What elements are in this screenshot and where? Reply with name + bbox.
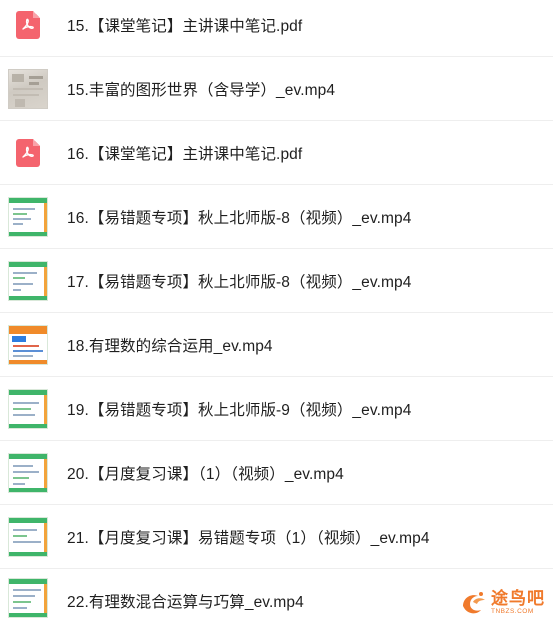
file-row[interactable]: 17.【易错题专项】秋上北师版-8（视频）_ev.mp4 — [0, 249, 553, 313]
file-list: 15.【课堂笔记】主讲课中笔记.pdf 15.丰富的图形世界（含导学）_ev.m… — [0, 0, 553, 624]
file-row[interactable]: 19.【易错题专项】秋上北师版-9（视频）_ev.mp4 — [0, 377, 553, 441]
video-thumbnail — [8, 389, 48, 429]
video-thumbnail — [8, 69, 48, 109]
file-name: 15.【课堂笔记】主讲课中笔记.pdf — [67, 17, 303, 35]
video-thumbnail — [8, 261, 48, 301]
video-thumbnail — [8, 325, 48, 365]
file-name: 19.【易错题专项】秋上北师版-9（视频）_ev.mp4 — [67, 401, 412, 419]
watermark-text: 途鸟吧 — [491, 589, 545, 608]
file-name: 15.丰富的图形世界（含导学）_ev.mp4 — [67, 81, 336, 99]
file-name: 16.【课堂笔记】主讲课中笔记.pdf — [67, 145, 303, 163]
video-thumbnail — [8, 453, 48, 493]
file-name: 17.【易错题专项】秋上北师版-8（视频）_ev.mp4 — [67, 273, 412, 291]
bird-logo-icon — [459, 588, 489, 618]
file-row[interactable]: 16.【课堂笔记】主讲课中笔记.pdf — [0, 121, 553, 185]
file-name: 16.【易错题专项】秋上北师版-8（视频）_ev.mp4 — [67, 209, 412, 227]
file-row[interactable]: 21.【月度复习课】易错题专项（1）（视频）_ev.mp4 — [0, 505, 553, 569]
file-row[interactable]: 18.有理数的综合运用_ev.mp4 — [0, 313, 553, 377]
file-name: 22.有理数混合运算与巧算_ev.mp4 — [67, 594, 304, 611]
pdf-icon — [16, 11, 40, 39]
file-name: 20.【月度复习课】（1）（视频）_ev.mp4 — [67, 465, 344, 483]
watermark-domain: TNBZS.COM — [491, 608, 534, 615]
pdf-icon — [16, 139, 40, 167]
watermark: 途鸟吧 TNBZS.COM — [459, 588, 545, 618]
file-row[interactable]: 16.【易错题专项】秋上北师版-8（视频）_ev.mp4 — [0, 185, 553, 249]
file-name: 18.有理数的综合运用_ev.mp4 — [67, 337, 273, 355]
video-thumbnail — [8, 578, 48, 618]
video-thumbnail — [8, 197, 48, 237]
file-row[interactable]: 15.【课堂笔记】主讲课中笔记.pdf — [0, 0, 553, 57]
file-row[interactable]: 20.【月度复习课】（1）（视频）_ev.mp4 — [0, 441, 553, 505]
file-row[interactable]: 15.丰富的图形世界（含导学）_ev.mp4 — [0, 57, 553, 121]
video-thumbnail — [8, 517, 48, 557]
file-name: 21.【月度复习课】易错题专项（1）（视频）_ev.mp4 — [67, 529, 430, 547]
